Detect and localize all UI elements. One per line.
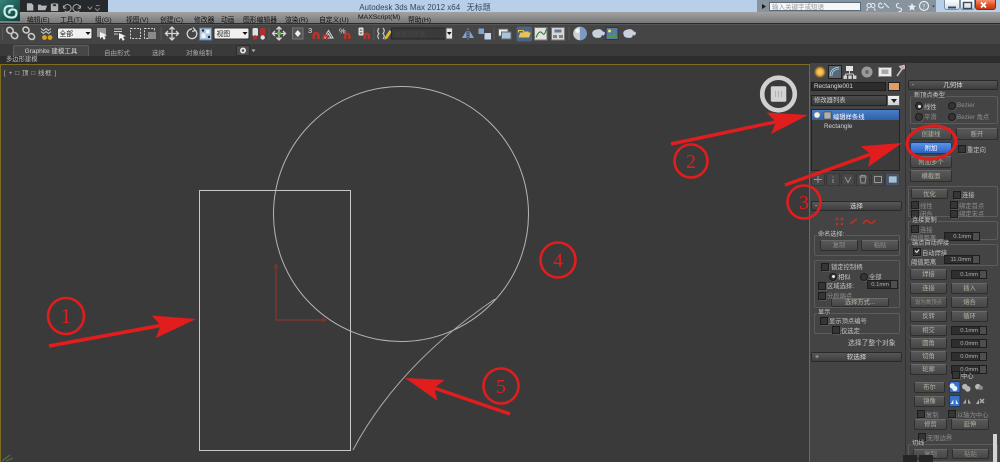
- svg-text:3: 3: [308, 26, 312, 35]
- svg-text:全部: 全部: [60, 29, 74, 38]
- svg-text:创建选择集: 创建选择集: [394, 29, 426, 38]
- svg-text:视图: 视图: [217, 29, 231, 38]
